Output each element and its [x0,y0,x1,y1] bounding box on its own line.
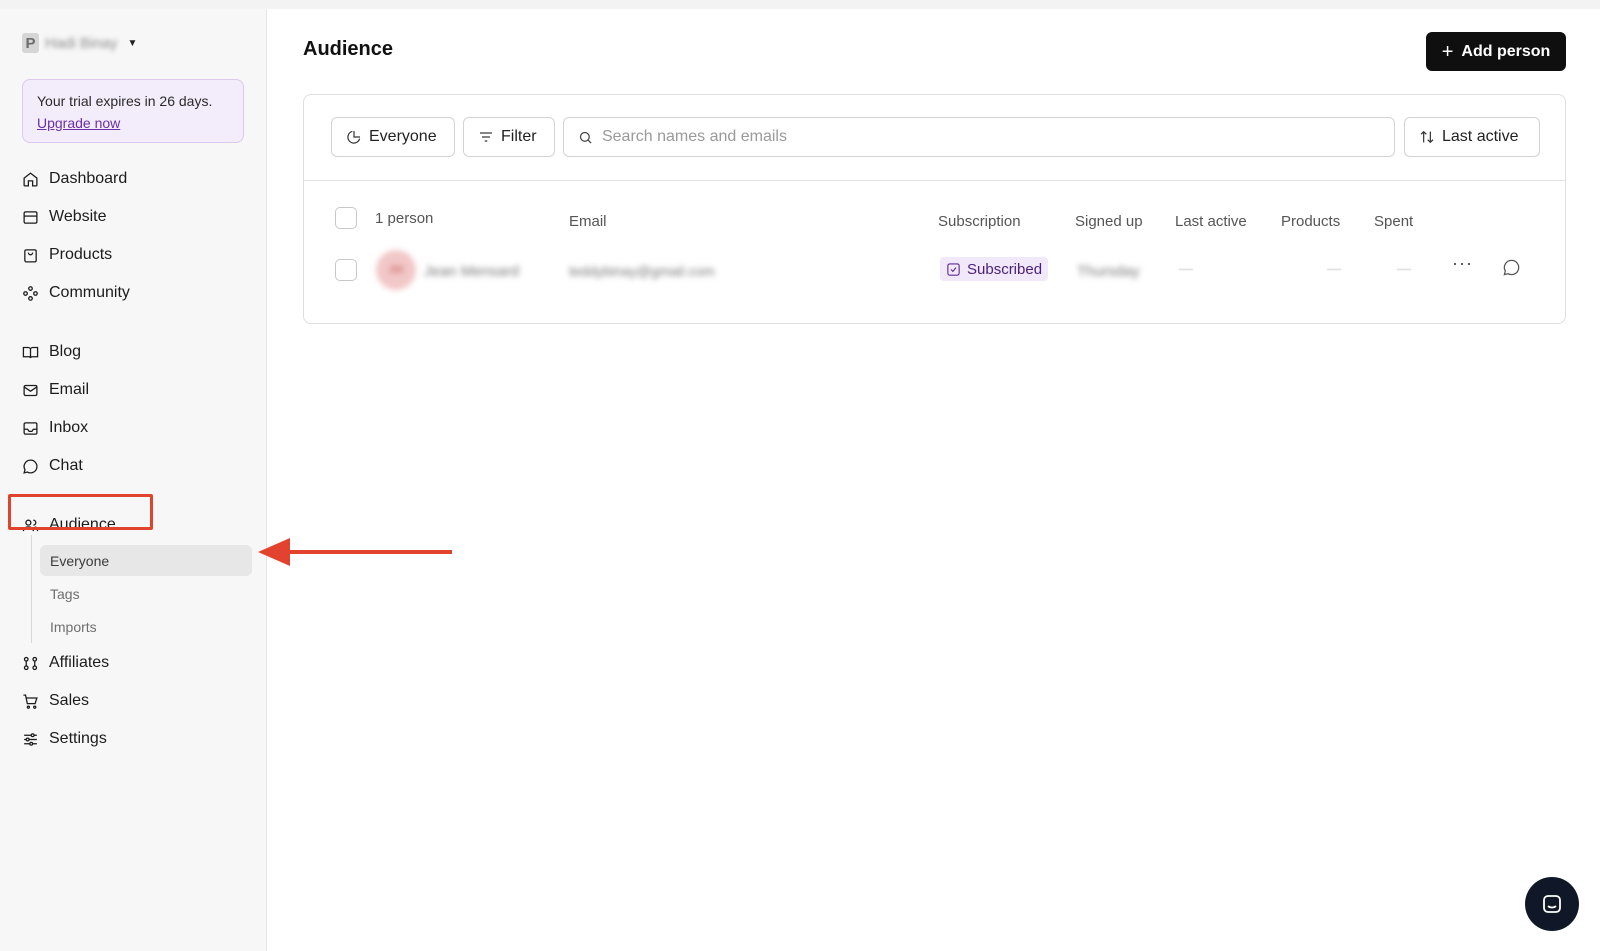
sidebar-item-website[interactable]: Website [22,205,107,229]
caret-down-icon: ▼ [127,37,138,49]
sidebar-item-dashboard[interactable]: Dashboard [22,167,127,191]
sidebar-item-label: Chat [49,457,83,474]
person-email: teddybinay@gmail.com [569,263,715,279]
comment-icon[interactable] [1502,258,1521,277]
subnav-divider [31,535,32,643]
chat-bubble-icon [23,458,38,474]
upgrade-link[interactable]: Upgrade now [37,112,229,134]
workspace-switcher[interactable]: P Hadi Binay ▼ [22,31,137,55]
sort-arrows-icon [1420,130,1434,144]
add-person-label: Add person [1461,42,1551,60]
select-all-checkbox[interactable] [335,207,357,229]
column-header-subscription[interactable]: Subscription [938,213,1021,230]
subnav-item-imports[interactable]: Imports [40,611,252,642]
annotation-highlight-box [8,494,153,530]
search-icon [579,131,592,144]
signed-up-value: Thursday [1077,263,1140,280]
workspace-avatar: P [22,33,39,53]
sidebar-item-label: Blog [49,343,82,360]
workspace-name: Hadi Binay [45,34,118,52]
mail-icon [23,384,38,396]
search-input[interactable] [601,128,1380,146]
annotation-arrow-icon [258,538,452,566]
subnav-item-tags[interactable]: Tags [40,578,252,609]
add-person-button[interactable]: + Add person [1426,32,1566,71]
subnav-item-everyone[interactable]: Everyone [40,545,252,576]
sidebar-item-label: Email [49,381,90,398]
sidebar-item-inbox[interactable]: Inbox [22,416,88,440]
audience-panel: Everyone Filter Last active 1 person Ema… [303,94,1566,324]
cart-icon [23,693,38,709]
spent-value: — [1397,260,1411,276]
column-header-last-active[interactable]: Last active [1175,213,1247,230]
sidebar-item-label: Community [49,284,130,301]
last-active-value: — [1179,260,1193,276]
column-header-signed-up[interactable]: Signed up [1075,213,1143,230]
bag-icon [24,248,37,263]
sidebar-item-label: Sales [49,692,90,709]
sidebar-item-label: Products [49,246,113,263]
browser-icon [23,210,38,224]
page-title: Audience [303,38,394,60]
sidebar-item-label: Inbox [49,419,89,436]
segment-dropdown[interactable]: Everyone [331,117,455,157]
check-square-icon [947,262,960,276]
column-header-products[interactable]: Products [1281,213,1340,230]
sidebar-item-community[interactable]: Community [22,281,130,305]
top-strip [0,0,1600,9]
trial-banner: Your trial expires in 26 days. Upgrade n… [22,79,244,143]
sidebar-item-label: Dashboard [49,170,128,187]
filter-label: Filter [501,128,537,145]
avatar: JM [376,250,416,290]
sidebar-item-sales[interactable]: Sales [22,689,89,713]
products-value: — [1327,260,1341,276]
trial-message: Your trial expires in 26 days. [37,93,213,109]
sidebar-item-blog[interactable]: Blog [22,340,81,364]
sidebar: P Hadi Binay ▼ Your trial expires in 26 … [0,9,267,951]
sidebar-item-email[interactable]: Email [22,378,89,402]
pie-chart-icon [347,130,361,144]
search-bar [563,117,1395,157]
column-header-spent[interactable]: Spent [1374,213,1413,230]
sidebar-item-label: Affiliates [49,654,110,671]
person-name[interactable]: Jean Mensard [424,263,519,280]
segment-label: Everyone [369,128,437,145]
row-checkbox[interactable] [335,259,357,281]
sidebar-item-affiliates[interactable]: Affiliates [22,651,109,675]
sidebar-item-chat[interactable]: Chat [22,454,83,478]
inbox-icon [23,421,38,435]
sidebar-item-products[interactable]: Products [22,243,112,267]
chat-launcher-button[interactable] [1525,877,1579,931]
sliders-icon [24,732,37,746]
filter-button[interactable]: Filter [463,117,555,157]
sidebar-item-label: Website [49,208,107,225]
more-actions-button[interactable]: ··· [1452,253,1473,274]
sort-dropdown[interactable]: Last active [1404,117,1540,157]
status-badge: Subscribed [940,257,1049,281]
person-count: 1 person [375,210,434,227]
filter-lines-icon [480,132,492,142]
column-header-email[interactable]: Email [569,213,607,230]
sidebar-item-settings[interactable]: Settings [22,727,107,751]
book-open-icon [22,346,39,358]
subscription-status: Subscribed [967,260,1043,278]
community-icon [23,285,38,301]
sort-label: Last active [1442,128,1519,145]
audience-toolbar: Everyone Filter Last active [304,95,1565,181]
affiliates-icon [23,656,38,670]
home-icon [23,171,38,187]
sidebar-item-label: Settings [49,730,107,747]
plus-icon: + [1441,40,1454,63]
messenger-icon [1543,895,1561,913]
